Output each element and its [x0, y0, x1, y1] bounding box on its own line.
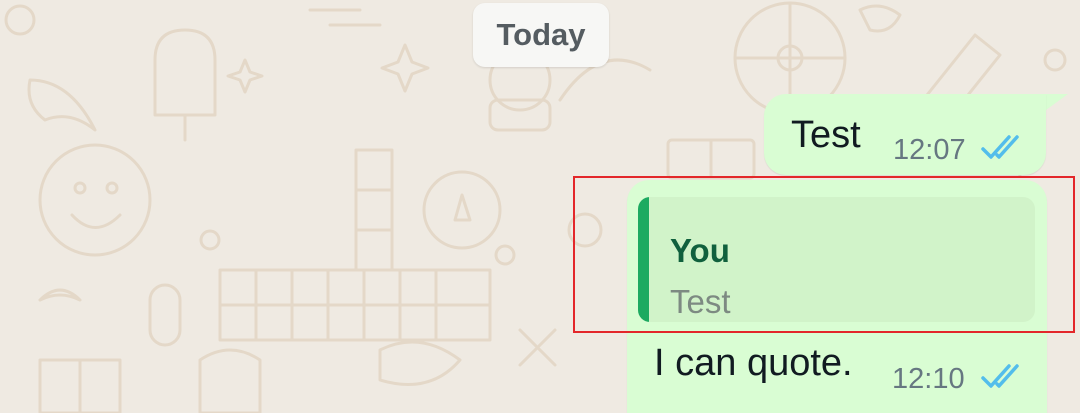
message-text: I can quote.	[654, 342, 853, 384]
double-check-read-icon	[981, 135, 1019, 159]
date-divider-label: Today	[496, 17, 586, 52]
date-divider-chip: Today	[473, 3, 609, 67]
double-check-read-icon	[981, 364, 1019, 388]
quoted-author: You	[670, 232, 730, 269]
outgoing-message-bubble-with-reply[interactable]: You Test I can quote. 12:10	[627, 180, 1047, 413]
message-time: 12:10	[892, 363, 965, 395]
outgoing-message-bubble[interactable]: Test 12:07	[764, 94, 1046, 175]
quoted-message[interactable]: You Test	[638, 197, 1035, 322]
message-text: Test	[791, 114, 861, 156]
quoted-text: Test	[670, 283, 731, 320]
message-time: 12:07	[893, 134, 966, 166]
bubble-tail	[1046, 94, 1068, 110]
quote-accent-bar	[638, 197, 649, 322]
